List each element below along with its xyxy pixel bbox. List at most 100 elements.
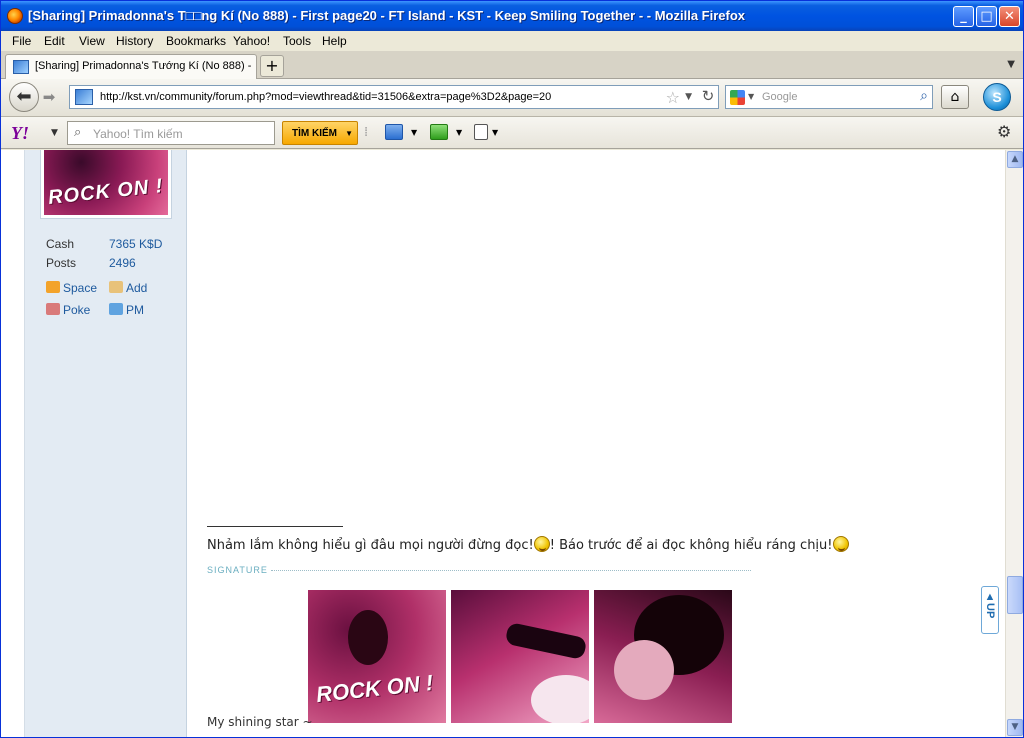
avatar-text: ROCK ON ! — [47, 175, 165, 209]
scroll-down-arrow-icon[interactable]: ▼ — [1007, 719, 1023, 736]
space-link[interactable]: Space — [46, 281, 97, 295]
menu-yahoo[interactable]: Yahoo! — [233, 34, 270, 48]
minimize-button[interactable]: _ — [953, 6, 974, 27]
browser-window: [Sharing] Primadonna's T□□ng Kí (No 888)… — [0, 0, 1024, 738]
back-arrow-icon: ⬅ — [16, 86, 32, 107]
signature-image-1[interactable]: ROCK ON ! — [308, 590, 446, 723]
stat-label-posts: Posts — [46, 256, 77, 270]
post-divider — [207, 526, 343, 527]
stat-value-posts[interactable]: 2496 — [109, 256, 136, 270]
url-bar[interactable]: http://kst.vn/community/forum.php?mod=vi… — [69, 85, 719, 109]
window-title: [Sharing] Primadonna's T□□ng Kí (No 888)… — [28, 8, 746, 23]
up-button-label: UP — [984, 603, 996, 619]
add-friend-link[interactable]: Add — [109, 281, 147, 295]
yahoo-search-placeholder: Yahoo! Tìm kiếm — [93, 127, 183, 141]
post-text-part2: ! Báo trước để ai đọc không hiểu ráng ch… — [549, 538, 833, 553]
post-message: Nhảm lắm không hiểu gì đâu mọi người đừn… — [207, 536, 849, 553]
page-viewport: ROCK ON ! Cash 7365 K$D Posts 2496 Space… — [1, 150, 1023, 737]
scroll-up-arrow-icon[interactable]: ▲ — [1007, 151, 1023, 168]
pm-link-label: PM — [126, 303, 144, 317]
menu-tools[interactable]: Tools — [283, 34, 311, 48]
hand-figure — [348, 610, 388, 665]
signature-image-text: ROCK ON ! — [314, 669, 435, 708]
back-button[interactable]: ⬅ — [9, 82, 39, 112]
url-dropdown-icon[interactable]: ▼ — [685, 92, 692, 102]
add-link-label: Add — [126, 281, 148, 295]
bookmarks-dropdown-icon[interactable]: ▼ — [492, 128, 498, 137]
messenger-dropdown-icon[interactable]: ▼ — [456, 128, 462, 137]
shirt-figure — [531, 675, 589, 723]
scrollbar-thumb[interactable] — [1007, 576, 1023, 614]
up-arrow-icon: ▲ — [984, 591, 996, 603]
yahoo-search-button[interactable]: TÌM KIẾM ▼ — [282, 121, 358, 145]
bookmarks-icon[interactable] — [474, 124, 488, 140]
google-icon[interactable] — [730, 90, 745, 105]
handshake-icon — [109, 281, 123, 293]
space-link-label: Space — [63, 281, 98, 295]
yahoo-logo[interactable]: Y! — [11, 123, 29, 144]
mail-dropdown-icon[interactable]: ▼ — [411, 128, 417, 137]
signature-image-3[interactable] — [594, 590, 732, 723]
menu-bookmarks[interactable]: Bookmarks — [166, 34, 226, 48]
smile-smiley-icon — [832, 536, 849, 552]
forward-button[interactable]: ➡ — [39, 88, 59, 108]
signature-divider — [271, 570, 751, 571]
post-content: Nhảm lắm không hiểu gì đâu mọi người đừn… — [188, 150, 985, 737]
avatar[interactable]: ROCK ON ! — [41, 150, 171, 218]
tongue-smiley-icon — [533, 536, 550, 552]
signature-label: SIGNATURE — [207, 565, 268, 575]
yahoo-search-dropdown-icon[interactable]: ▼ — [345, 129, 353, 138]
search-bar[interactable]: ▼ Google ⌕ — [725, 85, 933, 109]
plus-icon: + — [265, 56, 279, 75]
menu-file[interactable]: File — [12, 34, 31, 48]
tab-list-chevron-icon[interactable]: ▼ — [1007, 59, 1015, 70]
tab-bar: [Sharing] Primadonna's Tướng Kí (No 888)… — [1, 51, 1023, 79]
signature-image-2[interactable] — [451, 590, 589, 723]
menu-help[interactable]: Help — [322, 34, 347, 48]
maximize-button[interactable]: □ — [976, 6, 997, 27]
post-text-part1: Nhảm lắm không hiểu gì đâu mọi người đừn… — [207, 538, 534, 553]
menu-edit[interactable]: Edit — [44, 34, 65, 48]
yahoo-search-input[interactable]: ⌕ Yahoo! Tìm kiếm — [67, 121, 275, 145]
skype-extension-icon[interactable]: S — [983, 83, 1011, 111]
site-favicon-icon — [13, 60, 29, 74]
title-bar: [Sharing] Primadonna's T□□ng Kí (No 888)… — [1, 1, 1023, 31]
bookmark-star-icon[interactable]: ☆ — [666, 88, 680, 107]
messenger-icon[interactable] — [430, 124, 448, 140]
pm-link[interactable]: PM — [109, 303, 144, 317]
site-identity-icon[interactable] — [75, 89, 93, 105]
forward-arrow-icon: ➡ — [42, 88, 56, 106]
mail-icon[interactable] — [385, 124, 403, 140]
close-button[interactable]: ✕ — [999, 6, 1020, 27]
menu-bar: File Edit View History Bookmarks Yahoo! … — [1, 31, 1023, 51]
menu-history[interactable]: History — [116, 34, 153, 48]
yahoo-search-icon: ⌕ — [74, 125, 82, 140]
home-button[interactable]: ⌂ — [941, 85, 969, 109]
engine-dropdown-icon[interactable]: ▼ — [748, 92, 754, 101]
page-margin — [1, 150, 25, 737]
scroll-up-button[interactable]: ▲ UP — [981, 586, 999, 634]
signature-caption: My shining star ~ — [207, 715, 313, 729]
stat-value-cash: 7365 K$D — [109, 237, 163, 251]
firefox-icon — [7, 8, 23, 24]
new-tab-button[interactable]: + — [260, 55, 284, 77]
poke-link-label: Poke — [63, 303, 91, 317]
search-placeholder[interactable]: Google — [762, 91, 797, 103]
home-icon: ⌂ — [950, 89, 960, 105]
tab-active[interactable]: [Sharing] Primadonna's Tướng Kí (No 888)… — [5, 54, 257, 79]
stat-label-cash: Cash — [46, 237, 75, 251]
vertical-scrollbar[interactable]: ▲ ▼ — [1005, 150, 1023, 737]
face-figure — [614, 640, 674, 700]
user-profile-sidebar: ROCK ON ! Cash 7365 K$D Posts 2496 Space… — [25, 150, 187, 737]
poke-link[interactable]: Poke — [46, 303, 90, 317]
home-space-icon — [46, 281, 60, 293]
menu-view[interactable]: View — [79, 34, 105, 48]
poke-icon — [46, 303, 60, 315]
search-icon[interactable]: ⌕ — [920, 88, 928, 104]
yahoo-toolbar: Y! ▼ ⌕ Yahoo! Tìm kiếm TÌM KIẾM ▼ ⁞ ▼ ▼ … — [1, 117, 1023, 149]
yahoo-dropdown-icon[interactable]: ▼ — [51, 128, 58, 138]
gear-icon[interactable]: ⚙ — [997, 122, 1011, 141]
reload-icon[interactable]: ↻ — [699, 87, 717, 105]
url-text[interactable]: http://kst.vn/community/forum.php?mod=vi… — [100, 91, 551, 103]
toolbar-separator-icon: ⁞ — [364, 125, 369, 140]
